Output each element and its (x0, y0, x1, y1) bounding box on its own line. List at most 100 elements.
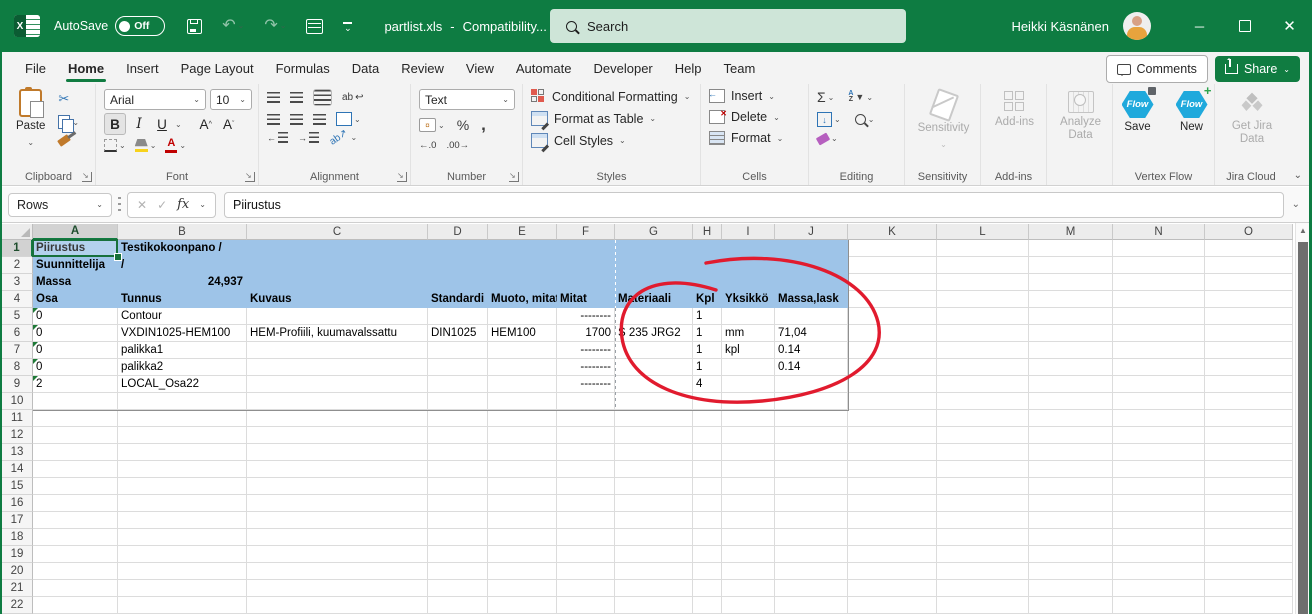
cell-J3[interactable] (775, 274, 848, 291)
cell-D16[interactable] (428, 495, 488, 512)
cell-A6[interactable]: 0 (33, 325, 118, 342)
cell-G6[interactable]: S 235 JRG2 (615, 325, 693, 342)
cell-F17[interactable] (557, 512, 615, 529)
cell-K12[interactable] (848, 427, 937, 444)
cell-K17[interactable] (848, 512, 937, 529)
cell-J15[interactable] (775, 478, 848, 495)
cell-L18[interactable] (937, 529, 1029, 546)
column-header-J[interactable]: J (775, 224, 848, 240)
copy-button[interactable]: ⌄ (58, 115, 79, 129)
row-header-6[interactable]: 6 (2, 325, 33, 342)
cell-M21[interactable] (1029, 580, 1113, 597)
cell-M12[interactable] (1029, 427, 1113, 444)
cell-F4[interactable]: Mitat (557, 291, 615, 308)
cell-K5[interactable] (848, 308, 937, 325)
cell-C20[interactable] (247, 563, 428, 580)
cell-N6[interactable] (1113, 325, 1205, 342)
bottom-align-button[interactable] (313, 89, 332, 106)
cell-K20[interactable] (848, 563, 937, 580)
orientation-button[interactable]: ab↗⌄ (329, 132, 357, 143)
cell-G1[interactable] (615, 240, 693, 257)
tab-data[interactable]: Data (341, 52, 390, 84)
column-header-H[interactable]: H (693, 224, 722, 240)
cell-B10[interactable] (118, 393, 247, 410)
cell-E9[interactable] (488, 376, 557, 393)
tab-file[interactable]: File (14, 52, 57, 84)
undo-button[interactable]: ↶⌄ (222, 18, 244, 34)
cell-G13[interactable] (615, 444, 693, 461)
row-header-16[interactable]: 16 (2, 495, 33, 512)
cell-J5[interactable] (775, 308, 848, 325)
cell-E14[interactable] (488, 461, 557, 478)
cell-F5[interactable]: -------- (557, 308, 615, 325)
cell-K10[interactable] (848, 393, 937, 410)
column-header-L[interactable]: L (937, 224, 1029, 240)
cell-E11[interactable] (488, 410, 557, 427)
align-right-button[interactable] (313, 114, 326, 125)
cell-K1[interactable] (848, 240, 937, 257)
cell-O17[interactable] (1205, 512, 1293, 529)
cell-G17[interactable] (615, 512, 693, 529)
cell-F12[interactable] (557, 427, 615, 444)
number-dialog-launcher[interactable] (509, 172, 519, 182)
increase-decimal-button[interactable]: ←.0 (419, 140, 436, 151)
cell-A8[interactable]: 0 (33, 359, 118, 376)
cell-A14[interactable] (33, 461, 118, 478)
cell-C16[interactable] (247, 495, 428, 512)
cell-F19[interactable] (557, 546, 615, 563)
top-align-button[interactable] (267, 92, 280, 103)
cell-G4[interactable]: Materiaali (615, 291, 693, 308)
cell-B22[interactable] (118, 597, 247, 614)
tab-insert[interactable]: Insert (115, 52, 170, 84)
qat-overflow-button[interactable]: ⌄ (343, 22, 352, 30)
cell-G11[interactable] (615, 410, 693, 427)
cell-I17[interactable] (722, 512, 775, 529)
cell-N5[interactable] (1113, 308, 1205, 325)
cell-E13[interactable] (488, 444, 557, 461)
cell-H13[interactable] (693, 444, 722, 461)
cell-F20[interactable] (557, 563, 615, 580)
format-painter-button[interactable] (58, 137, 79, 144)
cell-C19[interactable] (247, 546, 428, 563)
column-header-O[interactable]: O (1205, 224, 1293, 240)
cell-K15[interactable] (848, 478, 937, 495)
column-header-C[interactable]: C (247, 224, 428, 240)
cell-C3[interactable] (247, 274, 428, 291)
column-header-K[interactable]: K (848, 224, 937, 240)
cell-J2[interactable] (775, 257, 848, 274)
cell-E1[interactable] (488, 240, 557, 257)
cell-D10[interactable] (428, 393, 488, 410)
cell-G8[interactable] (615, 359, 693, 376)
cell-E6[interactable]: HEM100 (488, 325, 557, 342)
row-header-12[interactable]: 12 (2, 427, 33, 444)
save-button[interactable] (187, 19, 202, 34)
cell-L21[interactable] (937, 580, 1029, 597)
cell-D22[interactable] (428, 597, 488, 614)
cell-I20[interactable] (722, 563, 775, 580)
cell-A5[interactable]: 0 (33, 308, 118, 325)
cell-K22[interactable] (848, 597, 937, 614)
cell-N1[interactable] (1113, 240, 1205, 257)
cell-N4[interactable] (1113, 291, 1205, 308)
cell-I6[interactable]: mm (722, 325, 775, 342)
cell-D3[interactable] (428, 274, 488, 291)
redo-button[interactable]: ↷⌄ (264, 18, 286, 34)
cell-F10[interactable] (557, 393, 615, 410)
cell-F6[interactable]: 1700 (557, 325, 615, 342)
cell-A21[interactable] (33, 580, 118, 597)
cell-J8[interactable]: 0.14 (775, 359, 848, 376)
cell-F14[interactable] (557, 461, 615, 478)
cell-M4[interactable] (1029, 291, 1113, 308)
tab-automate[interactable]: Automate (505, 52, 583, 84)
cell-G18[interactable] (615, 529, 693, 546)
cell-D1[interactable] (428, 240, 488, 257)
cell-I14[interactable] (722, 461, 775, 478)
cell-C13[interactable] (247, 444, 428, 461)
font-size-select[interactable]: 10⌄ (210, 89, 252, 110)
cell-L8[interactable] (937, 359, 1029, 376)
accounting-format-button[interactable]: ¤⌄ (419, 118, 445, 132)
cell-L22[interactable] (937, 597, 1029, 614)
cell-B17[interactable] (118, 512, 247, 529)
cell-I11[interactable] (722, 410, 775, 427)
cell-C5[interactable] (247, 308, 428, 325)
